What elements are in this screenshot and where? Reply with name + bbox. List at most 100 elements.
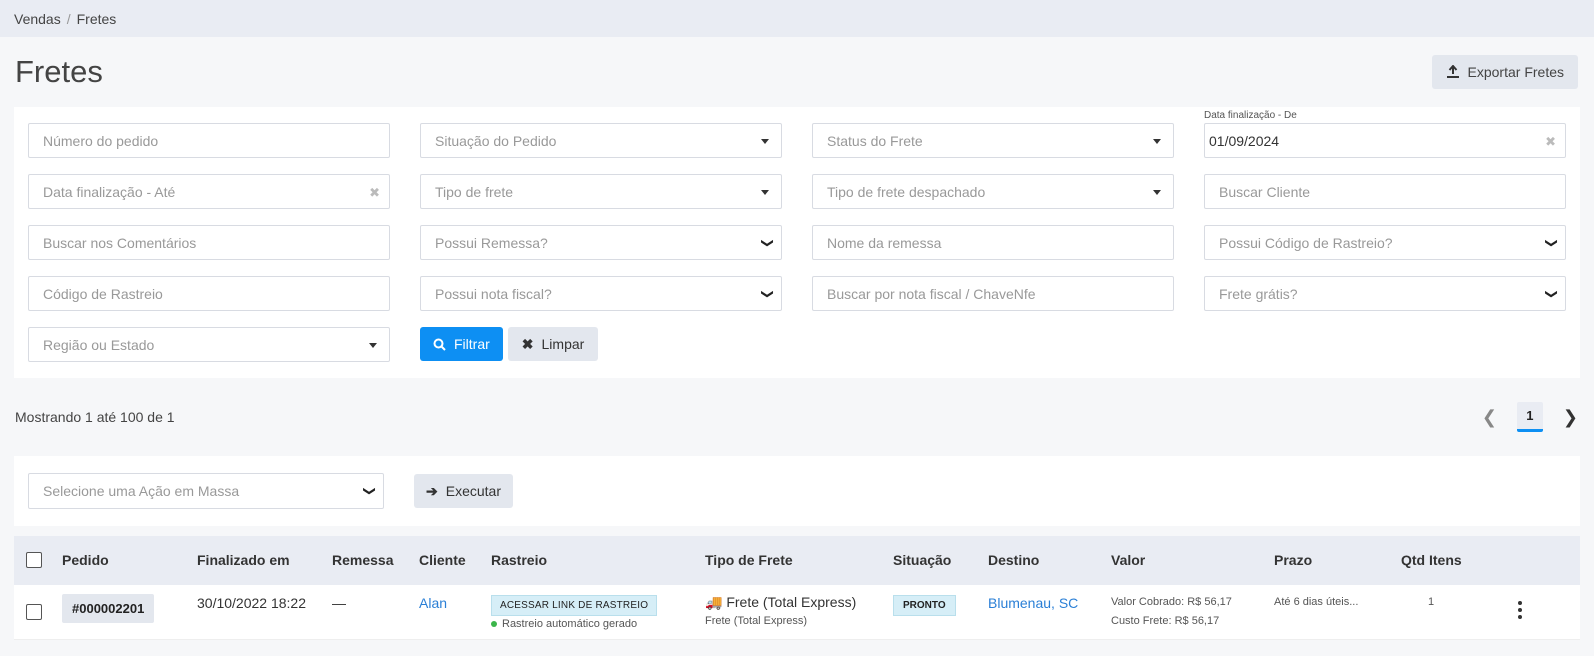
situacao-pedido-placeholder: Situação do Pedido — [435, 132, 557, 149]
pagination: ❮ 1 ❯ — [1482, 402, 1578, 432]
data-finalizacao-ate-input[interactable]: Data finalização - Até — [43, 184, 175, 200]
listing-summary: Mostrando 1 até 100 de 1 — [15, 409, 175, 425]
destino-link[interactable]: Blumenau, SC — [988, 595, 1078, 611]
chevron-down-icon: ❯ — [1544, 288, 1559, 300]
export-fretes-button[interactable]: Exportar Fretes — [1431, 55, 1578, 89]
select-all-checkbox[interactable] — [26, 552, 42, 568]
tipo-frete-value: 🚚 Frete (Total Express) — [705, 594, 856, 611]
filtrar-label: Filtrar — [454, 336, 490, 352]
data-finalizacao-ate-field[interactable]: Data finalização - Até ✖ — [28, 174, 390, 209]
close-icon: ✖ — [521, 335, 534, 352]
page-title: Fretes — [15, 54, 103, 89]
table-row: #000002201 30/10/2022 18:22 — Alan ACESS… — [14, 585, 1580, 640]
row-checkbox[interactable] — [26, 604, 42, 620]
nome-remessa-input[interactable]: Nome da remessa — [812, 225, 1174, 260]
tipo-frete-select[interactable]: Tipo de frete — [420, 174, 782, 209]
chevron-down-icon: ❯ — [1544, 237, 1559, 249]
custo-frete: Custo Frete: R$ 56,17 — [1111, 615, 1220, 627]
status-frete-placeholder: Status do Frete — [827, 132, 923, 149]
header-qtd-itens[interactable]: Qtd Itens — [1401, 552, 1462, 568]
page-1-button[interactable]: 1 — [1516, 402, 1543, 432]
breadcrumb-vendas[interactable]: Vendas — [14, 11, 61, 27]
codigo-rastreio-input[interactable]: Código de Rastreio — [28, 276, 390, 311]
tipo-frete-despachado-select[interactable]: Tipo de frete despachado — [812, 174, 1174, 209]
caret-down-icon — [1153, 190, 1161, 195]
header-valor[interactable]: Valor — [1111, 552, 1145, 568]
buscar-cliente-input[interactable]: Buscar Cliente — [1204, 174, 1566, 209]
listing-bar: Mostrando 1 até 100 de 1 ❮ 1 ❯ — [0, 378, 1594, 456]
buscar-comentarios-field[interactable]: Buscar nos Comentários — [28, 225, 390, 260]
header-tipo-frete[interactable]: Tipo de Frete — [705, 552, 793, 568]
clear-date-icon[interactable]: ✖ — [369, 185, 380, 201]
header-situacao[interactable]: Situação — [893, 552, 951, 568]
cliente-link[interactable]: Alan — [419, 595, 447, 611]
search-icon — [433, 338, 446, 351]
nome-remessa-field[interactable]: Nome da remessa — [812, 225, 1174, 260]
header-prazo[interactable]: Prazo — [1274, 552, 1312, 568]
kebab-menu-icon[interactable] — [1518, 601, 1522, 619]
header-remessa[interactable]: Remessa — [332, 552, 394, 568]
table-header: Pedido Finalizado em Remessa Cliente Ras… — [14, 536, 1580, 585]
codigo-rastreio-field[interactable]: Código de Rastreio — [28, 276, 390, 311]
buscar-nota-input[interactable]: Buscar por nota fiscal / ChaveNfe — [812, 276, 1174, 311]
possui-rastreio-select[interactable]: Possui Código de Rastreio? ❯ — [1204, 225, 1566, 260]
page-header: Fretes Exportar Fretes — [0, 37, 1594, 107]
regiao-select[interactable]: Região ou Estado — [28, 327, 390, 362]
caret-down-icon — [369, 343, 377, 348]
limpar-button[interactable]: ✖ Limpar — [507, 327, 599, 361]
tipo-frete-text: Frete (Total Express) — [726, 594, 857, 610]
breadcrumb: Vendas / Fretes — [0, 0, 1594, 37]
data-finalizacao-de-input[interactable]: 01/09/2024 — [1209, 133, 1279, 149]
frete-gratis-select[interactable]: Frete grátis? ❯ — [1204, 276, 1566, 311]
mass-action-select[interactable]: Selecione uma Ação em Massa ❯ — [28, 473, 384, 509]
regiao-placeholder: Região ou Estado — [43, 336, 155, 353]
status-frete-select[interactable]: Status do Frete — [812, 123, 1174, 158]
export-icon — [1446, 65, 1459, 78]
tracking-link-badge[interactable]: ACESSAR LINK DE RASTREIO — [491, 595, 658, 616]
prazo-value: Até 6 dias úteis... — [1274, 596, 1359, 608]
executar-button[interactable]: ➔ Executar — [414, 474, 513, 508]
possui-remessa-select[interactable]: Possui Remessa? ❯ — [420, 225, 782, 260]
mass-action-placeholder: Selecione uma Ação em Massa — [43, 483, 240, 499]
buscar-nota-field[interactable]: Buscar por nota fiscal / ChaveNfe — [812, 276, 1174, 311]
header-pedido[interactable]: Pedido — [62, 552, 109, 568]
finalizado-em: 30/10/2022 18:22 — [197, 595, 306, 611]
buscar-comentarios-input[interactable]: Buscar nos Comentários — [28, 225, 390, 260]
truck-icon: 🚚 — [705, 594, 723, 610]
tipo-frete-despachado-placeholder: Tipo de frete despachado — [827, 183, 986, 200]
executar-label: Executar — [445, 483, 501, 499]
arrow-right-icon: ➔ — [426, 482, 438, 499]
header-rastreio[interactable]: Rastreio — [491, 552, 547, 568]
qtd-itens-value: 1 — [1428, 596, 1435, 608]
tipo-frete-sub: Frete (Total Express) — [705, 615, 808, 627]
tipo-frete-placeholder: Tipo de frete — [435, 183, 514, 200]
tracking-status: Rastreio automático gerado — [491, 618, 637, 630]
numero-pedido-input[interactable]: Número do pedido — [28, 123, 390, 158]
status-dot-icon — [491, 621, 497, 628]
numero-pedido-field[interactable]: Número do pedido — [28, 123, 390, 158]
filtrar-button[interactable]: Filtrar — [420, 327, 503, 361]
fretes-table: Pedido Finalizado em Remessa Cliente Ras… — [14, 536, 1580, 640]
chevron-left-icon[interactable]: ❮ — [1482, 407, 1497, 428]
header-finalizado[interactable]: Finalizado em — [197, 552, 290, 568]
possui-nota-select[interactable]: Possui nota fiscal? ❯ — [420, 276, 782, 311]
chevron-right-icon[interactable]: ❯ — [1563, 407, 1578, 428]
breadcrumb-fretes: Fretes — [76, 10, 117, 27]
data-finalizacao-de-label: Data finalização - De — [1204, 110, 1297, 121]
remessa-value: — — [332, 595, 346, 611]
possui-remessa-placeholder: Possui Remessa? — [435, 234, 548, 251]
situacao-pedido-select[interactable]: Situação do Pedido — [420, 123, 782, 158]
buscar-cliente-field[interactable]: Buscar Cliente — [1204, 174, 1566, 209]
order-number[interactable]: #000002201 — [62, 594, 155, 623]
caret-down-icon — [761, 139, 769, 144]
breadcrumb-separator: / — [66, 10, 71, 27]
chevron-down-icon: ❯ — [362, 485, 377, 497]
status-badge: PRONTO — [893, 595, 956, 616]
frete-gratis-placeholder: Frete grátis? — [1219, 285, 1298, 302]
limpar-label: Limpar — [541, 336, 585, 352]
header-cliente[interactable]: Cliente — [419, 552, 466, 568]
clear-date-icon[interactable]: ✖ — [1545, 134, 1556, 150]
header-destino[interactable]: Destino — [988, 552, 1039, 568]
data-finalizacao-de-field[interactable]: Data finalização - De 01/09/2024 ✖ — [1204, 110, 1566, 158]
valor-cobrado: Valor Cobrado: R$ 56,17 — [1111, 596, 1232, 608]
